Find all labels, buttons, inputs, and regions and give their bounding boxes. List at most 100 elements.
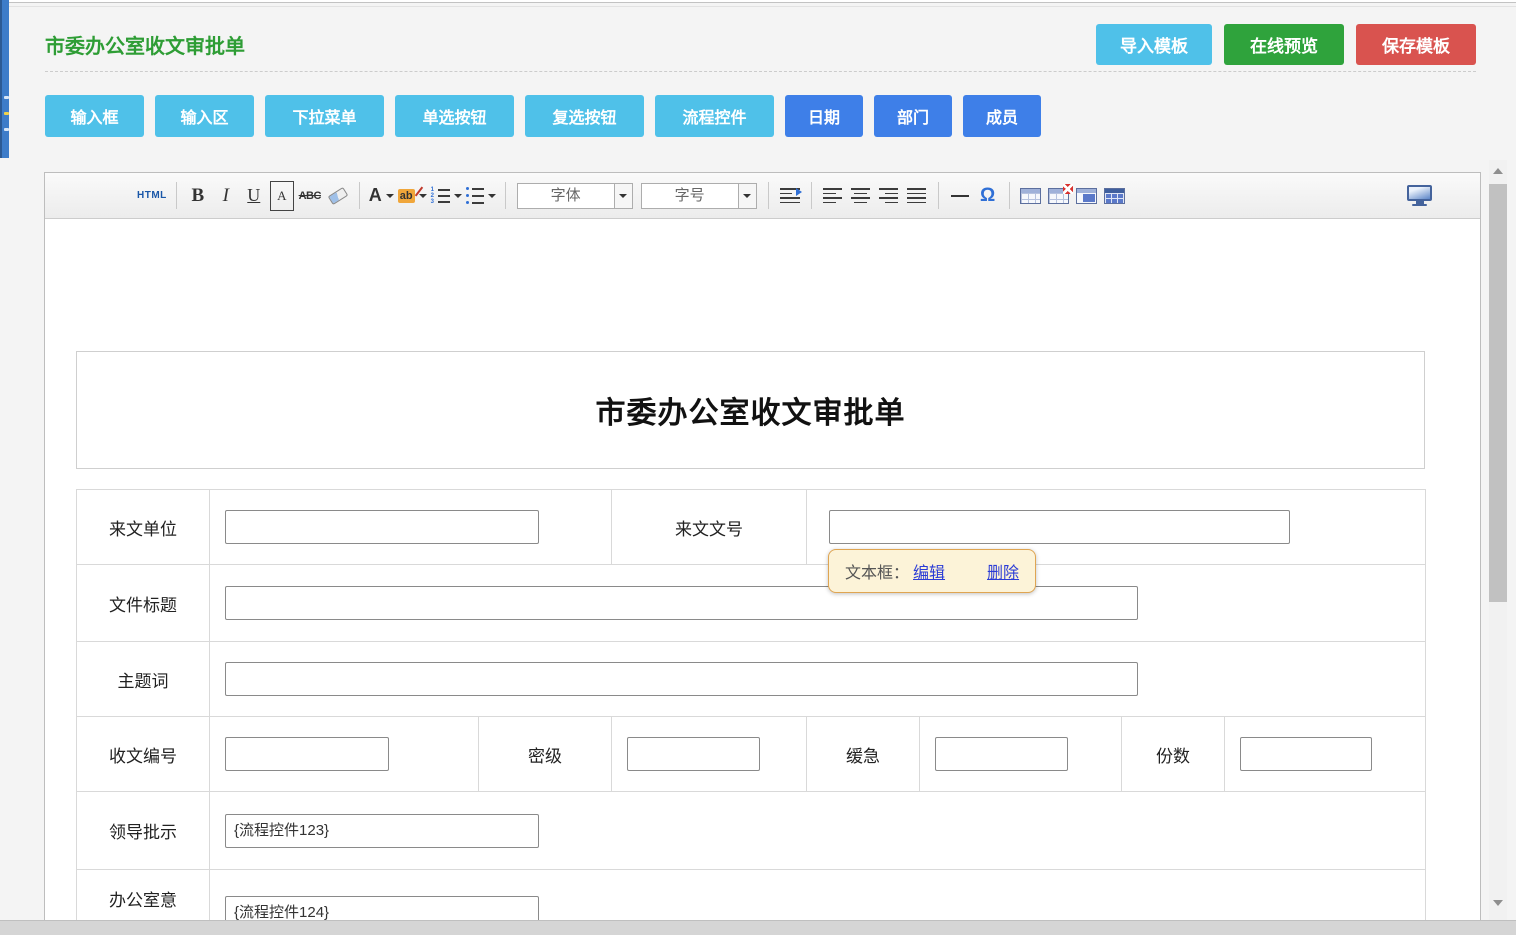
remove-format-button[interactable] bbox=[326, 181, 350, 211]
fullscreen-preview-button[interactable] bbox=[1407, 185, 1432, 206]
monitor-icon bbox=[1407, 185, 1432, 201]
table-row: 收文编号 密级 缓急 份数 bbox=[77, 717, 1426, 792]
arrow-down-icon bbox=[1493, 900, 1503, 906]
palette-textarea-button[interactable]: 输入区 bbox=[155, 95, 254, 137]
label-wenjian-biaoti: 文件标题 bbox=[77, 565, 210, 642]
header-divider bbox=[45, 71, 1476, 72]
strikethrough-button[interactable]: ABC bbox=[298, 181, 322, 211]
tooltip-label: 文本框： bbox=[845, 559, 909, 583]
toolbar-separator bbox=[768, 182, 769, 209]
horizontal-rule-button[interactable] bbox=[948, 181, 972, 211]
highlight-icon: ab bbox=[398, 189, 415, 203]
scrollbar-thumb[interactable] bbox=[1489, 184, 1507, 602]
view-source-button[interactable]: HTML bbox=[137, 181, 167, 211]
delete-link[interactable]: 删除 bbox=[987, 559, 1019, 583]
shouwen-bianhao-input[interactable] bbox=[225, 737, 389, 771]
align-center-icon bbox=[851, 187, 870, 205]
laiwen-wenhao-input[interactable] bbox=[829, 510, 1290, 544]
toolbar-separator bbox=[505, 182, 506, 209]
table-row: 主题词 bbox=[77, 642, 1426, 717]
form-table: 来文单位 来文文号 文件标题 主题词 收文编号 密级 bbox=[76, 489, 1426, 934]
table-row: 来文单位 来文文号 bbox=[77, 490, 1426, 565]
align-center-button[interactable] bbox=[849, 181, 873, 211]
table-cell-button[interactable] bbox=[1075, 181, 1099, 211]
vertical-scrollbar[interactable] bbox=[1489, 160, 1507, 920]
zhutici-input[interactable] bbox=[225, 662, 1138, 696]
editor-canvas[interactable]: 市委办公室收文审批单 来文单位 来文文号 文件标题 主 bbox=[45, 219, 1480, 934]
edit-link[interactable]: 编辑 bbox=[913, 559, 945, 583]
highlight-color-button[interactable]: ab bbox=[398, 181, 427, 211]
font-family-value: 字体 bbox=[518, 184, 614, 208]
flow-control-field-123[interactable]: {流程控件123} bbox=[225, 814, 539, 848]
label-lingdao-pishi: 领导批示 bbox=[77, 792, 210, 870]
align-right-button[interactable] bbox=[877, 181, 901, 211]
label-miji: 密级 bbox=[479, 717, 612, 792]
palette-member-button[interactable]: 成员 bbox=[963, 95, 1041, 137]
align-left-button[interactable] bbox=[821, 181, 845, 211]
fenshu-input[interactable] bbox=[1240, 737, 1372, 771]
table-frame-icon bbox=[1076, 188, 1097, 204]
edge-mark-icon bbox=[4, 112, 9, 115]
palette-input-box-button[interactable]: 输入框 bbox=[45, 95, 144, 137]
chevron-down-icon bbox=[386, 194, 394, 198]
bullet-list-button[interactable] bbox=[466, 181, 496, 211]
page-title: 市委办公室收文审批单 bbox=[45, 30, 245, 59]
form-title: 市委办公室收文审批单 bbox=[596, 388, 906, 432]
toolbar-separator bbox=[176, 182, 177, 209]
font-color-button[interactable]: A bbox=[369, 181, 394, 211]
special-char-button[interactable]: Ω bbox=[976, 181, 1000, 211]
palette-radio-button[interactable]: 单选按钮 bbox=[395, 95, 514, 137]
label-fenshu: 份数 bbox=[1122, 717, 1225, 792]
form-title-box[interactable]: 市委办公室收文审批单 bbox=[76, 351, 1425, 469]
palette-date-button[interactable]: 日期 bbox=[785, 95, 863, 137]
chevron-down-icon bbox=[488, 194, 496, 198]
underline-button[interactable]: U bbox=[242, 181, 266, 211]
char-style-button[interactable]: A bbox=[270, 181, 294, 211]
toolbar-separator bbox=[1009, 182, 1010, 209]
indent-icon bbox=[780, 187, 800, 205]
palette-flow-control-button[interactable]: 流程控件 bbox=[655, 95, 774, 137]
align-right-icon bbox=[879, 187, 898, 205]
toolbar-separator bbox=[811, 182, 812, 209]
import-template-button[interactable]: 导入模板 bbox=[1096, 24, 1212, 65]
toolbar-separator bbox=[359, 182, 360, 209]
scroll-up-button[interactable] bbox=[1489, 160, 1507, 182]
chevron-down-icon bbox=[454, 194, 462, 198]
italic-button[interactable]: I bbox=[214, 181, 238, 211]
scroll-down-button[interactable] bbox=[1489, 892, 1507, 914]
horizontal-rule-icon bbox=[951, 195, 969, 197]
table-properties-button[interactable] bbox=[1103, 181, 1127, 211]
widget-tooltip: 文本框： 编辑 删除 bbox=[828, 549, 1036, 593]
align-justify-icon bbox=[907, 187, 926, 205]
background-window-edge bbox=[0, 0, 9, 158]
palette-checkbox-button[interactable]: 复选按钮 bbox=[525, 95, 644, 137]
align-justify-button[interactable] bbox=[905, 181, 929, 211]
laiwen-danwei-input[interactable] bbox=[225, 510, 539, 544]
font-size-value: 字号 bbox=[642, 184, 738, 208]
palette-dropdown-button[interactable]: 下拉菜单 bbox=[265, 95, 384, 137]
table-grid-icon bbox=[1104, 188, 1125, 204]
eraser-icon bbox=[327, 186, 348, 204]
indent-button[interactable] bbox=[778, 181, 802, 211]
font-family-select[interactable]: 字体 bbox=[517, 183, 633, 209]
save-template-button[interactable]: 保存模板 bbox=[1356, 24, 1476, 65]
table-row: 文件标题 bbox=[77, 565, 1426, 642]
top-border-line bbox=[0, 2, 1516, 3]
editor-toolbar: HTML B I U A ABC A ab 123 bbox=[45, 173, 1480, 219]
label-huanji: 缓急 bbox=[807, 717, 920, 792]
richtext-editor: HTML B I U A ABC A ab 123 bbox=[44, 172, 1481, 935]
font-size-select[interactable]: 字号 bbox=[641, 183, 757, 209]
miji-input[interactable] bbox=[627, 737, 760, 771]
ordered-list-button[interactable]: 123 bbox=[431, 181, 462, 211]
bottom-bar bbox=[0, 920, 1516, 935]
delete-table-button[interactable] bbox=[1047, 181, 1071, 211]
palette-department-button[interactable]: 部门 bbox=[874, 95, 952, 137]
online-preview-button[interactable]: 在线预览 bbox=[1224, 24, 1344, 65]
app-window: 市委办公室收文审批单 导入模板 在线预览 保存模板 输入框 输入区 下拉菜单 单… bbox=[0, 0, 1516, 935]
table-icon bbox=[1020, 188, 1041, 204]
table-row: 领导批示 {流程控件123} bbox=[77, 792, 1426, 870]
huanji-input[interactable] bbox=[935, 737, 1068, 771]
insert-table-button[interactable] bbox=[1019, 181, 1043, 211]
bold-button[interactable]: B bbox=[186, 181, 210, 211]
component-palette: 输入框 输入区 下拉菜单 单选按钮 复选按钮 流程控件 日期 部门 成员 bbox=[45, 95, 1041, 137]
